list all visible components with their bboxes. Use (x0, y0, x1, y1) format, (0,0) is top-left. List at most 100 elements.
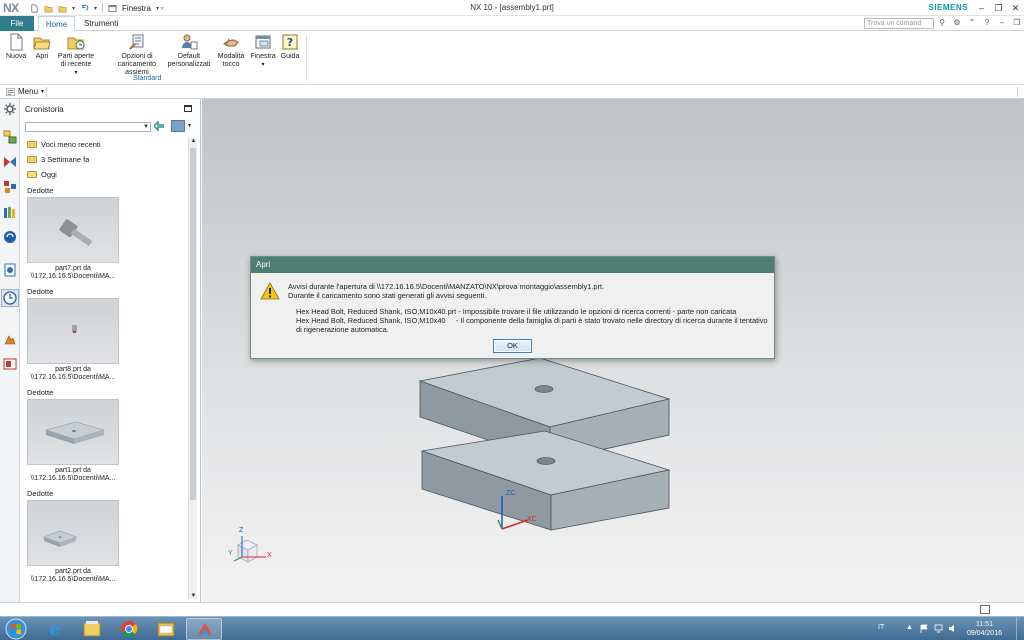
open-folder-icon[interactable] (44, 4, 53, 13)
menu-button[interactable]: Menu ▾ (6, 87, 44, 96)
file-explorer-icon (83, 621, 101, 637)
windows-start-icon[interactable] (3, 618, 29, 640)
taskbar-ie[interactable]: e (37, 618, 73, 640)
history-entry[interactable]: Dedotte part1.prt da \\172.16.16.5\Docent… (25, 387, 187, 485)
ribbon-body: Nuova Apri Parti aperte di recente ▾ Opz… (0, 31, 1024, 85)
scroll-up-icon[interactable]: ▲ (189, 138, 198, 144)
history-scrollbar[interactable]: ▲ ▼ (188, 138, 197, 599)
new-button[interactable]: Nuova (6, 33, 26, 61)
tab-file[interactable]: File (0, 16, 34, 31)
taskbar-clock[interactable]: 11:51 09/04/2016 (967, 620, 1002, 638)
recent-parts-icon (67, 37, 85, 50)
history-entry[interactable]: Dedotte part8.prt da \\172.16.16.5\Docent… (25, 286, 187, 384)
history-entry[interactable]: Dedotte part7.prt da \\172.16.16.5\Docent… (25, 185, 187, 283)
part-thumbnail[interactable] (27, 399, 119, 465)
taskbar-chrome[interactable] (111, 618, 147, 640)
close-button[interactable]: ✕ (1007, 1, 1024, 15)
new-file-icon[interactable] (30, 4, 39, 13)
view-mode-button[interactable] (171, 120, 185, 132)
system-materials-icon[interactable] (3, 263, 17, 277)
panel-maximize-button[interactable] (184, 105, 192, 112)
menu-dropdown-icon: ▾ (41, 89, 45, 95)
list-item[interactable]: Oggi (25, 167, 187, 182)
status-window-icon[interactable] (980, 605, 990, 614)
scrollbar-thumb[interactable] (190, 148, 196, 500)
part-thumbnail[interactable] (27, 197, 119, 263)
user-defaults-button[interactable]: Default personalizzati (166, 33, 212, 69)
language-indicator[interactable]: IT (878, 624, 884, 631)
part-navigator-icon[interactable] (3, 180, 17, 194)
taskbar-explorer[interactable] (74, 618, 110, 640)
assembly-navigator-icon[interactable] (3, 130, 17, 144)
window-icon[interactable] (108, 4, 117, 13)
history-filter-select[interactable]: ▼ (25, 122, 151, 132)
recent-parts-button[interactable]: Parti aperte di recente ▾ (56, 33, 96, 77)
flag-icon[interactable] (920, 624, 929, 633)
part-thumbnail[interactable] (27, 298, 119, 364)
plate-thumbnail-icon (44, 421, 106, 444)
part-thumbnail[interactable] (27, 500, 119, 566)
roles-icon[interactable] (3, 357, 17, 371)
folder-icon (27, 156, 37, 163)
load-options-button[interactable]: Opzioni di caricamento assiemi (111, 33, 163, 77)
chrome-icon (121, 621, 138, 637)
window-controls: – ❐ ✕ (973, 1, 1024, 15)
entry-group-label: Dedotte (25, 488, 187, 500)
show-desktop-button[interactable] (1016, 617, 1024, 640)
history-tab[interactable] (1, 289, 19, 307)
taskbar-folder[interactable] (148, 618, 184, 640)
back-arrow-icon[interactable] (154, 121, 166, 133)
qat-dropdown-icon[interactable]: ▾ (72, 5, 75, 12)
open-folder-icon (33, 37, 51, 50)
tray-arrow-icon[interactable]: ▲ (906, 624, 915, 633)
reuse-library-icon[interactable] (3, 205, 17, 219)
web-browser-icon[interactable] (3, 230, 17, 244)
gear-icon[interactable] (3, 102, 17, 116)
ok-button[interactable]: OK (493, 339, 532, 353)
help-icon[interactable]: ? (982, 18, 992, 28)
svg-text:e: e (50, 620, 61, 640)
save-icon[interactable] (58, 4, 67, 13)
tab-tools[interactable]: Strumenti (78, 16, 124, 31)
taskbar-nx[interactable] (186, 618, 222, 640)
process-studio-icon[interactable] (3, 332, 17, 346)
plate-thumbnail-icon (43, 530, 77, 547)
open-button[interactable]: Apri (33, 33, 51, 61)
window-menu-dropdown-icon[interactable]: ▾ ▿ (156, 5, 164, 12)
scroll-down-icon[interactable]: ▼ (189, 593, 198, 599)
list-item[interactable]: 3 Settimane fa (25, 152, 187, 167)
user-defaults-icon (182, 34, 198, 50)
doc-minimize-icon[interactable]: – (997, 18, 1007, 28)
network-icon[interactable] (934, 624, 943, 633)
window-button[interactable]: Finestra ▾ (250, 33, 276, 69)
constraint-navigator-icon[interactable] (3, 155, 17, 169)
history-entry[interactable]: Dedotte part2.prt da \\172.16.16.5\Docent… (25, 488, 187, 586)
dialog-message: Avvisi durante l'apertura di \\172.16.16… (288, 282, 770, 334)
minimize-button[interactable]: – (973, 1, 990, 15)
history-list: Voci meno recenti 3 Settimane fa Oggi De… (25, 137, 187, 599)
touch-mode-icon (223, 38, 239, 47)
touch-mode-button[interactable]: Modalità tocco (215, 33, 247, 69)
quick-access-toolbar: ▾ ▾ Finestra ▾ ▿ (30, 2, 164, 14)
window-dropdown-icon[interactable]: ▾ (261, 61, 264, 69)
list-item[interactable]: Voci meno recenti (25, 137, 187, 152)
window-menu-label[interactable]: Finestra (122, 4, 151, 13)
z-axis-label: Z (239, 527, 244, 534)
undo-dropdown-icon[interactable]: ▾ (94, 5, 97, 12)
view-mode-dropdown-icon[interactable]: ▾ (188, 122, 191, 129)
chevron-down-icon: ▼ (143, 124, 149, 130)
menu-bar: Menu ▾ (0, 85, 1024, 99)
volume-icon[interactable] (948, 624, 957, 633)
doc-restore-icon[interactable]: ❐ (1012, 18, 1022, 28)
search-icon[interactable]: ⚲ (937, 18, 947, 28)
help-button[interactable]: ? Guida (279, 33, 301, 61)
collapse-ribbon-icon[interactable]: ⌃ (967, 18, 977, 28)
restore-button[interactable]: ❐ (990, 1, 1007, 15)
gear-icon[interactable]: ⚙ (952, 18, 962, 28)
history-panel: Cronistoria ▼ ▾ Voci meno recenti 3 Sett… (21, 99, 201, 602)
entry-group-label: Dedotte (25, 286, 187, 298)
tab-home[interactable]: Home (38, 16, 75, 31)
undo-icon[interactable] (80, 4, 89, 13)
command-search-input[interactable]: Trova un comand (864, 18, 934, 29)
recent-parts-dropdown-icon[interactable]: ▾ (74, 69, 77, 77)
